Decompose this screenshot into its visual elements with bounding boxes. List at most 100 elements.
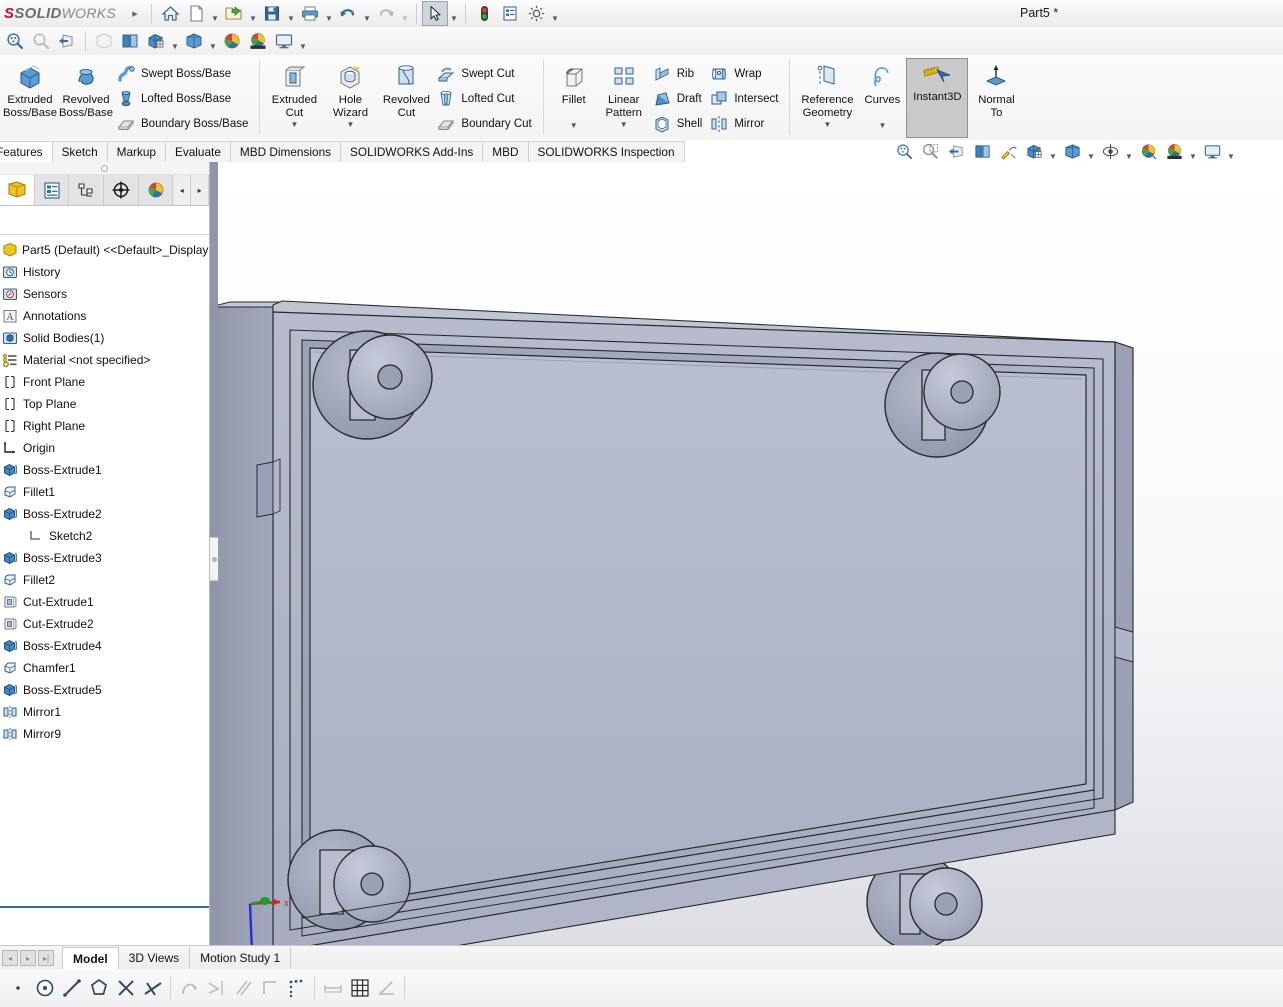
- instant3d-button[interactable]: Instant3D: [906, 58, 969, 138]
- open-document-icon[interactable]: [221, 1, 247, 26]
- tree-item-mirror1[interactable]: Mirror1: [0, 701, 209, 723]
- tree-item-origin[interactable]: Origin: [0, 437, 209, 459]
- home-icon[interactable]: [157, 1, 183, 26]
- grid-icon[interactable]: [346, 973, 373, 1003]
- zoom-to-area-icon[interactable]: [917, 139, 943, 164]
- angle-icon[interactable]: [373, 973, 400, 1003]
- tree-item-boss-extrude4[interactable]: Boss-Extrude4: [0, 635, 209, 657]
- rib-button[interactable]: Rib: [650, 61, 708, 86]
- zoom-to-area-icon[interactable]: [28, 29, 54, 54]
- mirror-relation-icon[interactable]: [202, 973, 229, 1003]
- zoom-to-fit-icon[interactable]: [891, 139, 917, 164]
- tree-item-annotations[interactable]: A Annotations: [0, 305, 209, 327]
- edit-appearance-icon[interactable]: [1135, 139, 1161, 164]
- tab-sketch[interactable]: Sketch: [51, 141, 108, 162]
- bottom-tab-motion-study[interactable]: Motion Study 1: [190, 946, 292, 970]
- tree-item-boss-extrude5[interactable]: Boss-Extrude5: [0, 679, 209, 701]
- trim-relation-icon[interactable]: [112, 973, 139, 1003]
- tree-item-chamfer1[interactable]: Chamfer1: [0, 657, 209, 679]
- chevron-down-icon[interactable]: ▼: [285, 0, 297, 29]
- view-settings-icon[interactable]: [271, 29, 297, 54]
- hole-wizard-button[interactable]: Hole Wizard ▼: [322, 58, 378, 129]
- print-icon[interactable]: [297, 1, 323, 26]
- lofted-boss-base-button[interactable]: Lofted Boss/Base: [114, 86, 253, 111]
- new-document-icon[interactable]: [183, 1, 209, 26]
- display-manager-tab[interactable]: [138, 175, 174, 205]
- polygon-relation-icon[interactable]: [85, 973, 112, 1003]
- chevron-down-icon[interactable]: ▼: [823, 120, 831, 129]
- lofted-cut-button[interactable]: Lofted Cut: [434, 86, 536, 111]
- measure-icon[interactable]: [995, 139, 1021, 164]
- panel-tab-next-button[interactable]: ▸: [191, 175, 209, 205]
- arc-relation-icon[interactable]: [175, 973, 202, 1003]
- linear-pattern-button[interactable]: Linear Pattern ▼: [598, 58, 650, 129]
- tree-item-boss-extrude3[interactable]: Boss-Extrude3: [0, 547, 209, 569]
- configuration-manager-tab[interactable]: [69, 175, 105, 205]
- fillet-button[interactable]: Fillet ▼: [550, 58, 598, 130]
- section-view-icon[interactable]: [91, 29, 117, 54]
- linear-sketch-pattern-icon[interactable]: [283, 973, 310, 1003]
- tree-item-sketch2[interactable]: Sketch2: [0, 525, 209, 547]
- splitter-handle[interactable]: [210, 537, 218, 581]
- chevron-down-icon[interactable]: ▼: [361, 0, 373, 29]
- tree-item-right-plane[interactable]: Right Plane: [0, 415, 209, 437]
- wrap-button[interactable]: Wrap: [707, 61, 783, 86]
- dimxpert-manager-tab[interactable]: [104, 175, 139, 205]
- chevron-down-icon[interactable]: ▼: [620, 120, 628, 129]
- boundary-cut-button[interactable]: Boundary Cut: [434, 111, 536, 136]
- feature-manager-tab[interactable]: [0, 175, 35, 205]
- chevron-down-icon[interactable]: ▼: [399, 0, 411, 29]
- tab-mbd[interactable]: MBD: [482, 141, 529, 162]
- tab-evaluate[interactable]: Evaluate: [164, 141, 231, 162]
- tree-item-mirror9[interactable]: Mirror9: [0, 723, 209, 745]
- shell-button[interactable]: Shell: [650, 111, 708, 136]
- tree-item-sensors[interactable]: Sensors: [0, 283, 209, 305]
- section-view-icon[interactable]: [969, 139, 995, 164]
- revolved-cut-button[interactable]: Revolved Cut: [378, 58, 434, 119]
- file-properties-icon[interactable]: [497, 1, 523, 26]
- tree-item-cut-extrude1[interactable]: Cut-Extrude1: [0, 591, 209, 613]
- chevron-down-icon[interactable]: ▼: [549, 0, 561, 29]
- view-orientation-icon[interactable]: [1021, 139, 1047, 164]
- tree-item-history[interactable]: History: [0, 261, 209, 283]
- property-manager-tab[interactable]: [34, 175, 70, 205]
- rollback-bar[interactable]: [0, 906, 209, 908]
- tree-item-material[interactable]: Material <not specified>: [0, 349, 209, 371]
- panel-splitter[interactable]: [210, 162, 218, 945]
- previous-view-icon[interactable]: [54, 29, 80, 54]
- apply-scene-icon[interactable]: [1161, 139, 1187, 164]
- extruded-boss-base-button[interactable]: Extruded Boss/Base: [2, 58, 58, 119]
- chevron-down-icon[interactable]: ▼: [297, 26, 309, 57]
- extend-relation-icon[interactable]: [139, 973, 166, 1003]
- menu-expand-arrow[interactable]: ▸: [124, 7, 146, 20]
- chevron-down-icon[interactable]: ▼: [346, 120, 354, 129]
- swept-cut-button[interactable]: Swept Cut: [434, 61, 536, 86]
- line-relation-icon[interactable]: [58, 973, 85, 1003]
- tab-markup[interactable]: Markup: [106, 141, 166, 162]
- display-style-icon[interactable]: [143, 29, 169, 54]
- tab-solidworks-add-ins[interactable]: SOLIDWORKS Add-Ins: [340, 141, 484, 162]
- intersect-button[interactable]: Intersect: [707, 86, 783, 111]
- circle-relation-icon[interactable]: [31, 973, 58, 1003]
- tree-item-solid-bodies[interactable]: Solid Bodies(1): [0, 327, 209, 349]
- smart-dimension-icon[interactable]: [319, 973, 346, 1003]
- tab-features[interactable]: Features: [0, 141, 53, 162]
- panel-grip[interactable]: [0, 162, 209, 175]
- chevron-down-icon[interactable]: ▼: [323, 0, 335, 29]
- curves-button[interactable]: Curves ▼: [858, 58, 906, 130]
- panel-filter-bar[interactable]: [0, 206, 209, 235]
- reference-geometry-button[interactable]: Reference Geometry ▼: [796, 58, 858, 129]
- tree-item-fillet1[interactable]: Fillet1: [0, 481, 209, 503]
- rebuild-icon[interactable]: [471, 1, 497, 26]
- tree-item-top-plane[interactable]: Top Plane: [0, 393, 209, 415]
- revolved-boss-base-button[interactable]: Revolved Boss/Base: [58, 58, 114, 119]
- view-orientation-icon[interactable]: [117, 29, 143, 54]
- extruded-cut-button[interactable]: Extruded Cut ▼: [266, 58, 322, 129]
- tree-item-front-plane[interactable]: Front Plane: [0, 371, 209, 393]
- display-style-icon[interactable]: [1059, 139, 1085, 164]
- graphics-viewport[interactable]: x z: [210, 162, 1283, 945]
- view-settings-icon[interactable]: [1199, 139, 1225, 164]
- tab-mbd-dimensions[interactable]: MBD Dimensions: [229, 141, 342, 162]
- apply-scene-icon[interactable]: [245, 29, 271, 54]
- chevron-down-icon[interactable]: ▼: [247, 0, 259, 29]
